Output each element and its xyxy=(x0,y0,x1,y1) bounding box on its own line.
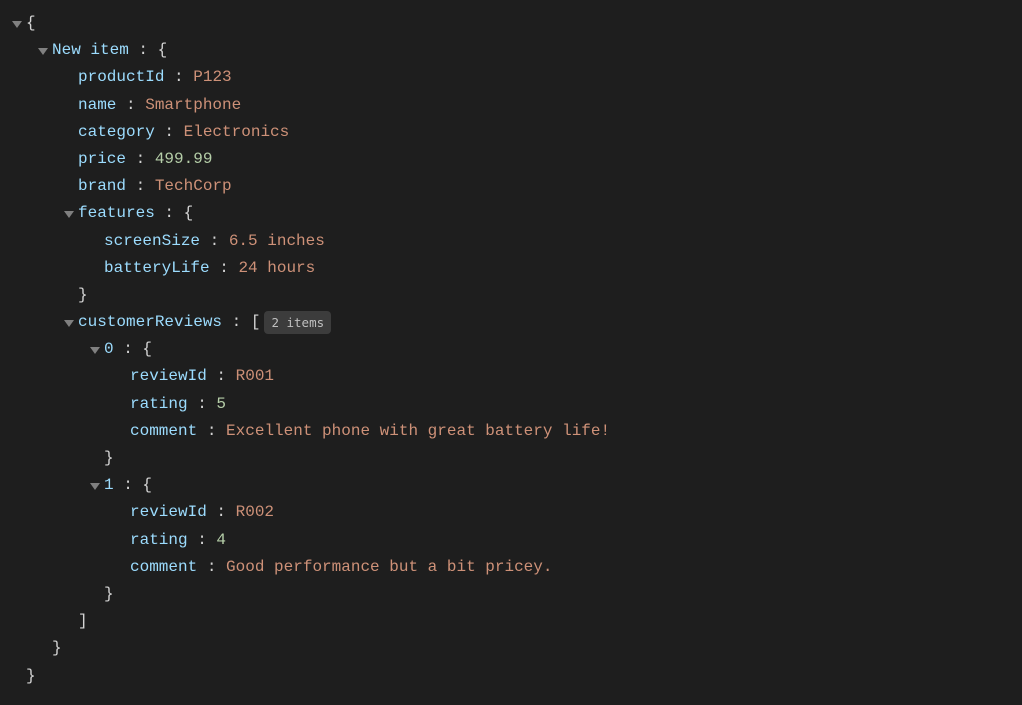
prop-row-productId: productId : P123 xyxy=(8,64,1014,91)
key-batteryLife: batteryLife xyxy=(104,255,210,282)
json-viewer: { New item : { productId : P123 name : S… xyxy=(0,0,1022,700)
val-productId: P123 xyxy=(193,64,231,91)
key-productId: productId xyxy=(78,64,164,91)
new-item-close-row: } xyxy=(8,635,1014,662)
root-open-row: { xyxy=(8,10,1014,37)
brace-open: { xyxy=(26,10,36,37)
features-close-row: } xyxy=(8,282,1014,309)
prop-row-reviewId-1: reviewId : R002 xyxy=(8,499,1014,526)
new-item-open-row: New item : { xyxy=(8,37,1014,64)
review-1-close-row: } xyxy=(8,581,1014,608)
chevron-down-icon[interactable] xyxy=(8,19,26,29)
prop-row-category: category : Electronics xyxy=(8,119,1014,146)
val-name: Smartphone xyxy=(145,92,241,119)
review-0-open-row: 0 : { xyxy=(8,336,1014,363)
key-index-0: 0 xyxy=(104,336,114,363)
key-new-item: New item xyxy=(52,37,129,64)
key-name: name xyxy=(78,92,116,119)
chevron-down-icon[interactable] xyxy=(34,46,52,56)
brace-open: { xyxy=(158,37,168,64)
items-count-badge: 2 items xyxy=(264,311,331,334)
prop-row-rating-0: rating : 5 xyxy=(8,391,1014,418)
val-price: 499.99 xyxy=(155,146,213,173)
chevron-down-icon[interactable] xyxy=(60,209,78,219)
key-index-1: 1 xyxy=(104,472,114,499)
key-screenSize: screenSize xyxy=(104,228,200,255)
prop-row-batteryLife: batteryLife : 24 hours xyxy=(8,255,1014,282)
prop-row-brand: brand : TechCorp xyxy=(8,173,1014,200)
review-1-open-row: 1 : { xyxy=(8,472,1014,499)
prop-row-comment-1: comment : Good performance but a bit pri… xyxy=(8,554,1014,581)
key-customerReviews: customerReviews xyxy=(78,309,222,336)
prop-row-price: price : 499.99 xyxy=(8,146,1014,173)
prop-row-reviewId-0: reviewId : R001 xyxy=(8,363,1014,390)
customer-reviews-close-row: ] xyxy=(8,608,1014,635)
prop-row-screenSize: screenSize : 6.5 inches xyxy=(8,228,1014,255)
key-brand: brand xyxy=(78,173,126,200)
val-category: Electronics xyxy=(184,119,290,146)
review-0-close-row: } xyxy=(8,445,1014,472)
root-close-row: } xyxy=(8,663,1014,690)
val-brand: TechCorp xyxy=(155,173,232,200)
key-category: category xyxy=(78,119,155,146)
prop-row-name: name : Smartphone xyxy=(8,92,1014,119)
val-batteryLife: 24 hours xyxy=(238,255,315,282)
prop-row-comment-0: comment : Excellent phone with great bat… xyxy=(8,418,1014,445)
features-open-row: features : { xyxy=(8,200,1014,227)
customer-reviews-open-row: customerReviews : [ 2 items xyxy=(8,309,1014,336)
chevron-down-icon[interactable] xyxy=(86,481,104,491)
val-screenSize: 6.5 inches xyxy=(229,228,325,255)
prop-row-rating-1: rating : 4 xyxy=(8,527,1014,554)
key-features: features xyxy=(78,200,155,227)
chevron-down-icon[interactable] xyxy=(60,318,78,328)
colon: : xyxy=(129,37,158,64)
key-price: price xyxy=(78,146,126,173)
chevron-down-icon[interactable] xyxy=(86,345,104,355)
